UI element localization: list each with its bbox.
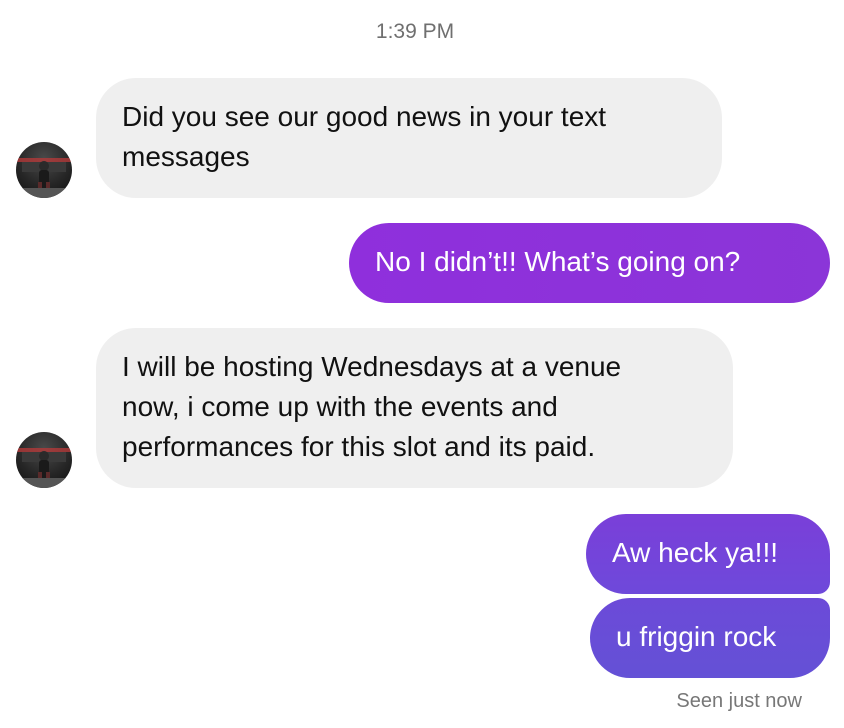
message-timestamp: 1:39 PM — [375, 20, 455, 43]
contact-avatar-icon — [16, 448, 72, 488]
outgoing-message[interactable]: No I didn’t!! What’s going on? — [349, 223, 830, 303]
incoming-message[interactable]: Did you see our good news in your text m… — [96, 78, 722, 198]
incoming-message[interactable]: I will be hosting Wednesdays at a venue … — [96, 328, 733, 488]
contact-avatar[interactable] — [16, 432, 72, 488]
outgoing-message[interactable]: Aw heck ya!!! — [586, 514, 830, 594]
outgoing-message[interactable]: u friggin rock — [590, 598, 830, 678]
contact-avatar[interactable] — [16, 142, 72, 198]
contact-avatar-icon — [16, 158, 72, 198]
read-receipt: Seen just now — [676, 690, 802, 712]
